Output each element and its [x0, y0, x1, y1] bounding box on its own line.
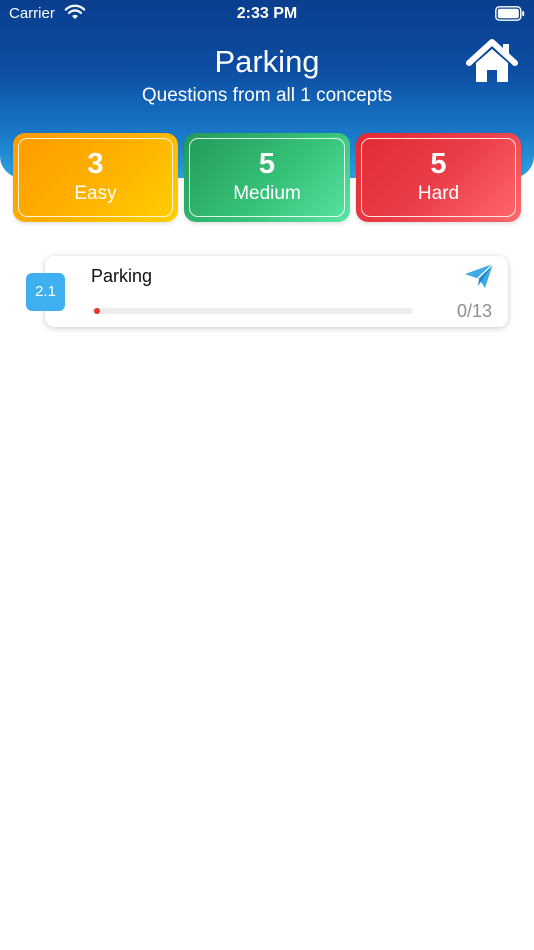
easy-count: 3	[87, 148, 104, 180]
hard-count: 5	[430, 148, 447, 180]
concept-number-badge: 2.1	[26, 273, 65, 311]
easy-difficulty-button[interactable]: 3 Easy	[13, 133, 178, 222]
battery-icon	[495, 6, 525, 21]
status-bar: Carrier 2:33 PM	[0, 0, 534, 28]
concept-card[interactable]: Parking 0/13	[45, 256, 508, 327]
page-subtitle: Questions from all 1 concepts	[141, 85, 393, 106]
medium-label: Medium	[233, 183, 301, 204]
hard-difficulty-button[interactable]: 5 Hard	[356, 133, 521, 222]
send-icon[interactable]	[464, 263, 494, 289]
easy-label: Easy	[74, 183, 117, 204]
concept-name: Parking	[91, 266, 153, 286]
page-title: Parking	[214, 44, 320, 79]
medium-difficulty-button[interactable]: 5 Medium	[184, 133, 350, 222]
medium-count: 5	[258, 148, 276, 180]
progress-track	[92, 308, 413, 314]
progress-count: 0/13	[456, 301, 492, 321]
progress-indicator	[94, 308, 100, 314]
clock: 2:33 PM	[236, 5, 298, 22]
hard-label: Hard	[417, 183, 460, 204]
home-icon[interactable]	[464, 38, 520, 84]
